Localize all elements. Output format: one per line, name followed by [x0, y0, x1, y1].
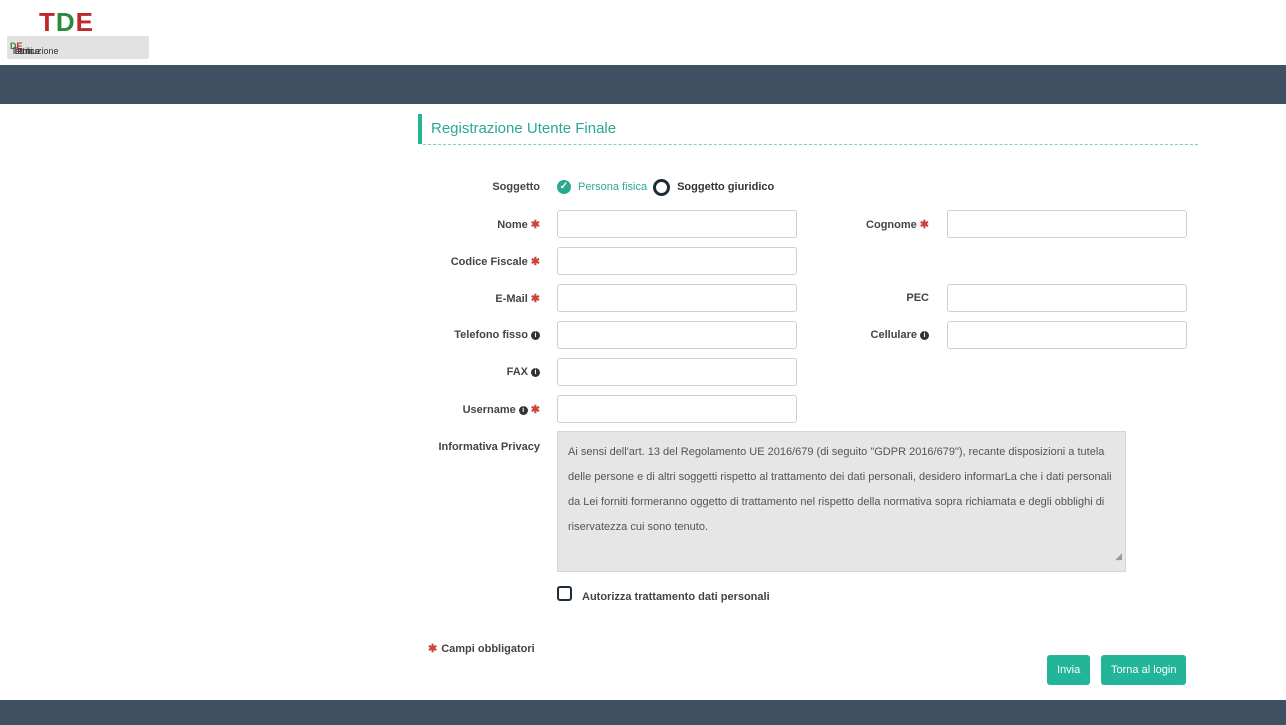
- required-icon: ✱: [530, 219, 540, 231]
- back-to-login-button[interactable]: Torna al login: [1101, 655, 1187, 685]
- pec-label: PEC: [906, 292, 929, 304]
- codice-fiscale-label: Codice Fiscale ✱: [450, 256, 540, 268]
- required-icon: ✱: [919, 219, 929, 231]
- privacy-textarea[interactable]: Ai sensi dell'art. 13 del Regolamento UE…: [557, 431, 1126, 572]
- cellulare-label: Cellulare i: [871, 329, 929, 341]
- info-icon[interactable]: i: [518, 405, 528, 415]
- required-fields-note: ✱ Campi obbligatori: [428, 643, 535, 655]
- required-icon: ✱: [428, 643, 438, 655]
- radio-soggetto-giuridico[interactable]: [653, 178, 671, 196]
- info-icon[interactable]: i: [531, 330, 540, 340]
- resize-grip-icon[interactable]: ◢: [1115, 544, 1122, 569]
- privacy-label: Informativa Privacy: [438, 441, 541, 453]
- soggetto-label: Soggetto: [492, 181, 540, 193]
- soggetto-radio-group: ✓ Persona fisica Soggetto giuridico: [557, 177, 774, 197]
- email-input[interactable]: [557, 284, 797, 312]
- logo-brand: TDE: [39, 7, 95, 37]
- email-label: E-Mail ✱: [495, 293, 540, 305]
- telefono-input[interactable]: [557, 321, 797, 349]
- nome-label: Nome ✱: [497, 219, 540, 231]
- radio-soggetto-giuridico-label[interactable]: Soggetto giuridico: [677, 181, 774, 193]
- required-icon: ✱: [530, 293, 540, 305]
- radio-persona-fisica-label[interactable]: Persona fisica: [578, 181, 647, 193]
- tde-logo: TDE Terni Distribuzione Elettrica: [7, 6, 149, 59]
- top-navbar: [0, 65, 1286, 104]
- cognome-input[interactable]: [947, 210, 1187, 238]
- footer-bar: [0, 700, 1286, 725]
- submit-button[interactable]: Invia: [1047, 655, 1091, 685]
- section-title: Registrazione Utente Finale: [418, 114, 616, 144]
- privacy-text: Ai sensi dell'art. 13 del Regolamento UE…: [568, 446, 1112, 533]
- cellulare-input[interactable]: [947, 321, 1187, 349]
- info-icon[interactable]: i: [531, 367, 540, 377]
- pec-input[interactable]: [947, 284, 1187, 312]
- telefono-label: Telefono fisso i: [454, 329, 540, 341]
- username-label: Username i ✱: [462, 404, 540, 416]
- privacy-consent-checkbox[interactable]: [557, 586, 572, 601]
- logo-subtitle: Terni Distribuzione Elettrica: [7, 36, 149, 59]
- radio-persona-fisica[interactable]: ✓: [557, 180, 571, 194]
- fax-label: FAX i: [507, 366, 540, 378]
- cognome-label: Cognome ✱: [866, 219, 929, 231]
- title-divider: [423, 144, 1198, 145]
- page-title: Registrazione Utente Finale: [431, 120, 617, 137]
- info-icon[interactable]: i: [920, 330, 929, 340]
- nome-input[interactable]: [557, 210, 797, 238]
- codice-fiscale-input[interactable]: [557, 247, 797, 275]
- fax-input[interactable]: [557, 358, 797, 386]
- required-icon: ✱: [530, 256, 540, 268]
- privacy-consent-label[interactable]: Autorizza trattamento dati personali: [582, 591, 770, 603]
- required-icon: ✱: [530, 404, 540, 416]
- username-input[interactable]: [557, 395, 797, 423]
